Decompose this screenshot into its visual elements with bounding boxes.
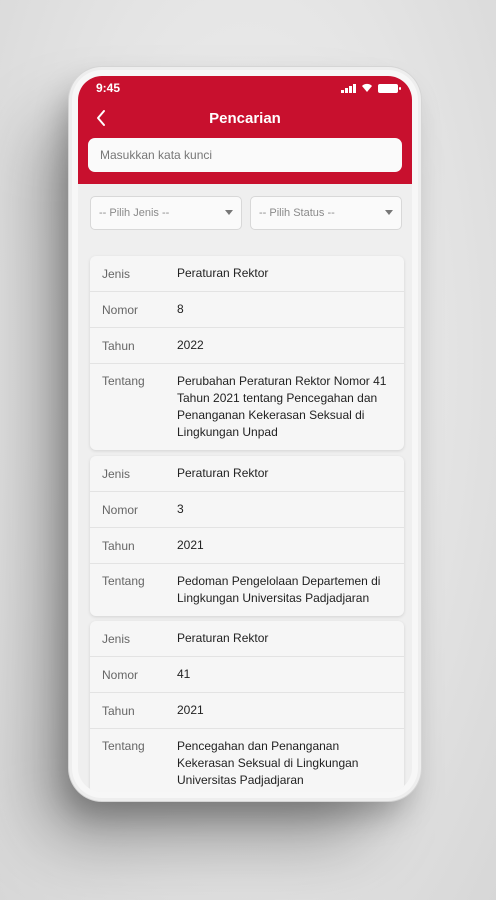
label-nomor: Nomor [102, 502, 139, 517]
row-tentang: Tentang Perubahan Peraturan Rektor Nomor… [90, 364, 404, 450]
status-select[interactable]: -- Pilih Status -- [250, 196, 402, 230]
results-list: Jenis Peraturan Rektor Nomor 8 Tahun 202… [78, 252, 412, 792]
value-tentang: Pedoman Pengelolaan Departemen di Lingku… [177, 574, 381, 605]
row-nomor: Nomor 8 [90, 292, 404, 328]
value-jenis: Peraturan Rektor [177, 466, 269, 480]
status-icons [341, 82, 401, 94]
value-nomor: 8 [177, 302, 184, 316]
status-select-value: -- Pilih Status -- [259, 207, 335, 219]
value-tahun: 2021 [177, 703, 204, 717]
row-tentang: Tentang Pedoman Pengelolaan Departemen d… [90, 564, 404, 616]
phone-frame: 9:45 Pencarian Masukkan kata kunci -- Pi… [72, 70, 418, 798]
search-input[interactable] [88, 138, 402, 172]
row-nomor: Nomor 41 [90, 657, 404, 693]
row-jenis: Jenis Peraturan Rektor [90, 256, 404, 292]
value-tentang: Perubahan Peraturan Rektor Nomor 41 Tahu… [177, 374, 387, 439]
row-tentang: Tentang Pencegahan dan Penanganan Kekera… [90, 729, 404, 792]
value-tahun: 2021 [177, 538, 204, 552]
label-tentang: Tentang [102, 374, 145, 388]
label-jenis: Jenis [102, 466, 131, 481]
value-nomor: 3 [177, 502, 184, 516]
label-tahun: Tahun [102, 338, 135, 353]
jenis-select-value: -- Pilih Jenis -- [99, 207, 170, 219]
label-tentang: Tentang [102, 574, 145, 588]
label-tahun: Tahun [102, 703, 135, 718]
status-time: 9:45 [96, 81, 121, 95]
result-card[interactable]: Jenis Peraturan Rektor Nomor 3 Tahun 202… [90, 456, 404, 616]
label-jenis: Jenis [102, 266, 131, 281]
label-tentang: Tentang [102, 739, 145, 753]
dropdown-arrow-icon [385, 210, 393, 215]
value-nomor: 41 [177, 667, 191, 681]
value-jenis: Peraturan Rektor [177, 631, 269, 645]
value-tentang: Pencegahan dan Penanganan Kekerasan Seks… [177, 739, 359, 787]
row-tahun: Tahun 2021 [90, 528, 404, 564]
result-card[interactable]: Jenis Peraturan Rektor Nomor 41 Tahun 20… [90, 621, 404, 792]
battery-icon [378, 83, 401, 93]
label-nomor: Nomor [102, 667, 139, 682]
app-screen: 9:45 Pencarian Masukkan kata kunci -- Pi… [78, 76, 412, 792]
row-jenis: Jenis Peraturan Rektor [90, 621, 404, 657]
row-tahun: Tahun 2022 [90, 328, 404, 364]
label-nomor: Nomor [102, 302, 139, 317]
result-card[interactable]: Jenis Peraturan Rektor Nomor 8 Tahun 202… [90, 256, 404, 450]
jenis-select[interactable]: -- Pilih Jenis -- [90, 196, 242, 230]
value-jenis: Peraturan Rektor [177, 266, 269, 280]
filter-bar: -- Pilih Jenis -- -- Pilih Status -- [78, 184, 412, 250]
page-title: Pencarian [209, 110, 281, 127]
label-tahun: Tahun [102, 538, 135, 553]
row-tahun: Tahun 2021 [90, 693, 404, 729]
dropdown-arrow-icon [225, 210, 233, 215]
label-jenis: Jenis [102, 631, 131, 646]
row-nomor: Nomor 3 [90, 492, 404, 528]
wifi-icon [361, 82, 373, 94]
row-jenis: Jenis Peraturan Rektor [90, 456, 404, 492]
value-tahun: 2022 [177, 338, 204, 352]
header: 9:45 Pencarian Masukkan kata kunci [78, 76, 412, 184]
app-bar: Pencarian [78, 102, 412, 136]
signal-icon [341, 83, 356, 93]
status-bar: 9:45 [78, 76, 412, 100]
